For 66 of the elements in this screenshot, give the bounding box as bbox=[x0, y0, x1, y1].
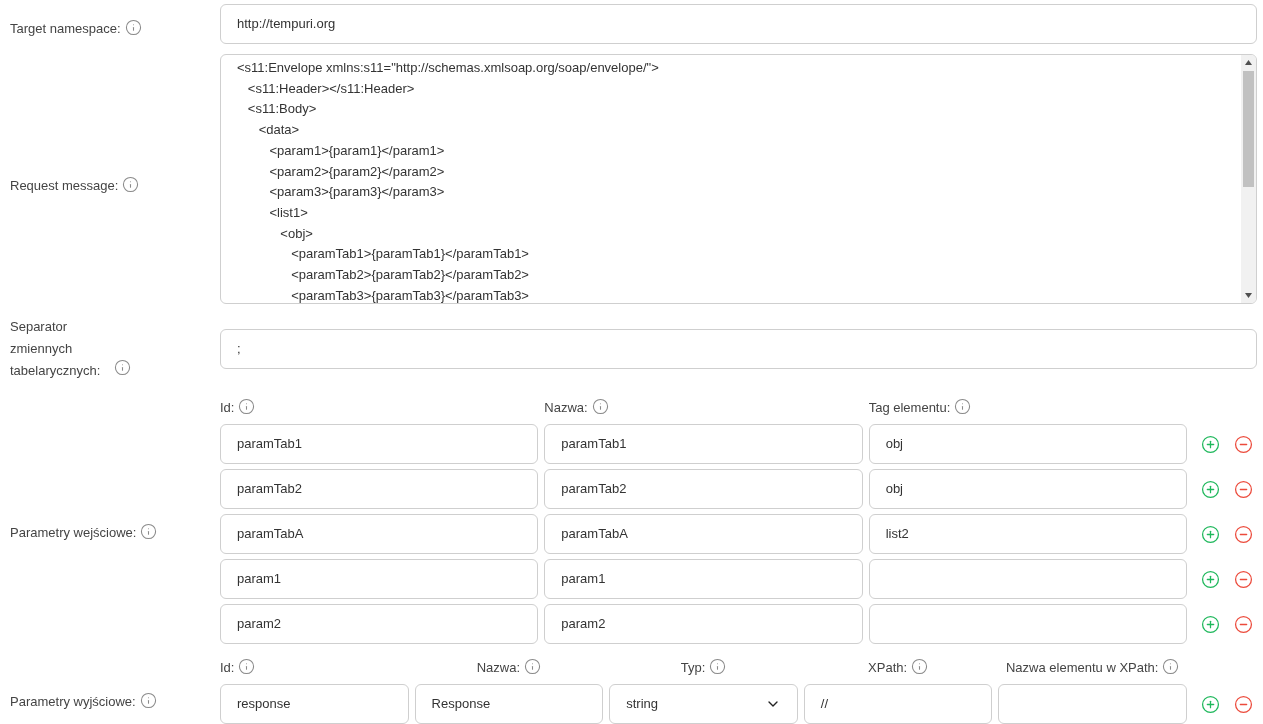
info-icon bbox=[591, 398, 609, 415]
column-header: Id: bbox=[220, 660, 235, 675]
input-field[interactable]: param1 bbox=[544, 559, 863, 599]
info-icon bbox=[139, 692, 157, 709]
info-icon bbox=[524, 658, 542, 675]
add-icon[interactable] bbox=[1201, 479, 1220, 499]
input-field[interactable] bbox=[868, 604, 1187, 644]
field-label: Separator zmiennych tabelarycznych: bbox=[10, 318, 102, 380]
namespace-field[interactable]: http://tempuri.org bbox=[220, 4, 1257, 44]
input-field[interactable]: paramTabA bbox=[544, 514, 863, 554]
field-label: Target namespace: bbox=[10, 21, 121, 36]
column-header: Tag elementu: bbox=[868, 400, 951, 415]
info-icon bbox=[238, 658, 256, 675]
input-field[interactable]: response bbox=[220, 684, 409, 724]
info-icon bbox=[124, 19, 142, 36]
info-icon bbox=[1162, 658, 1180, 675]
column-header: XPath: bbox=[868, 660, 908, 675]
add-icon[interactable] bbox=[1201, 614, 1220, 634]
input-field[interactable]: obj bbox=[868, 424, 1187, 464]
input-field[interactable]: paramTab2 bbox=[220, 469, 539, 509]
input-field[interactable]: paramTab2 bbox=[544, 469, 863, 509]
input-field[interactable]: list2 bbox=[868, 514, 1187, 554]
column-header: Typ: bbox=[680, 660, 706, 675]
add-icon[interactable] bbox=[1201, 524, 1220, 544]
remove-icon[interactable] bbox=[1234, 524, 1253, 544]
input-field[interactable]: param2 bbox=[220, 604, 539, 644]
field-label: Parametry wyjściowe: bbox=[10, 694, 136, 709]
add-icon[interactable] bbox=[1201, 694, 1220, 714]
input-field[interactable]: paramTab1 bbox=[544, 424, 863, 464]
separator-field[interactable]: ; bbox=[220, 329, 1257, 369]
type-select[interactable]: string bbox=[609, 684, 798, 724]
input-field[interactable] bbox=[998, 684, 1187, 724]
input-field[interactable]: Response bbox=[414, 684, 604, 724]
info-icon bbox=[709, 658, 727, 675]
info-icon bbox=[911, 658, 929, 675]
info-icon bbox=[238, 398, 256, 415]
request-message-field[interactable] bbox=[220, 54, 1257, 304]
code-text: <s11:Envelope xmlns:s11="http://schemas.xmlsoap.org/soap/envelope/"> <s11:Header></s11:Header> <s11:Body> <data> <param1>{param1}</param1> <param2>{param2}</param2> <param3>{param3}</param3> <list1> <obj> <paramTab1>{paramTab1}</paramTab1> <paramTab2>{paramTab2}</paramTab2> <paramTab3>{paramTab3}</paramTab3> bbox=[236, 59, 660, 303]
input-field[interactable] bbox=[868, 559, 1187, 599]
column-header: Nazwa: bbox=[476, 660, 521, 675]
field-label: Request message: bbox=[10, 178, 119, 193]
column-header: Nazwa elementu w XPath: bbox=[1005, 660, 1159, 675]
remove-icon[interactable] bbox=[1234, 569, 1253, 589]
scroll-down-icon bbox=[1245, 293, 1252, 298]
input-field[interactable]: param1 bbox=[220, 559, 539, 599]
remove-icon[interactable] bbox=[1234, 614, 1253, 634]
column-header: Nazwa: bbox=[544, 400, 588, 415]
scrollbar-thumb[interactable] bbox=[1243, 71, 1254, 187]
input-field[interactable]: paramTabA bbox=[220, 514, 539, 554]
remove-icon[interactable] bbox=[1234, 479, 1253, 499]
info-icon bbox=[954, 398, 972, 415]
info-icon bbox=[122, 176, 140, 193]
info-icon bbox=[114, 359, 131, 376]
input-field[interactable]: paramTab1 bbox=[220, 424, 539, 464]
scroll-up-icon bbox=[1245, 60, 1252, 65]
column-header: Id: bbox=[220, 400, 235, 415]
add-icon[interactable] bbox=[1201, 569, 1220, 589]
info-icon bbox=[140, 523, 158, 540]
input-field[interactable]: param2 bbox=[544, 604, 863, 644]
field-label: Parametry wejściowe: bbox=[10, 525, 137, 540]
remove-icon[interactable] bbox=[1234, 434, 1253, 454]
input-field[interactable]: obj bbox=[868, 469, 1187, 509]
scrollbar[interactable] bbox=[1241, 55, 1256, 303]
input-field[interactable]: // bbox=[803, 684, 993, 724]
add-icon[interactable] bbox=[1201, 434, 1220, 454]
remove-icon[interactable] bbox=[1234, 694, 1253, 714]
